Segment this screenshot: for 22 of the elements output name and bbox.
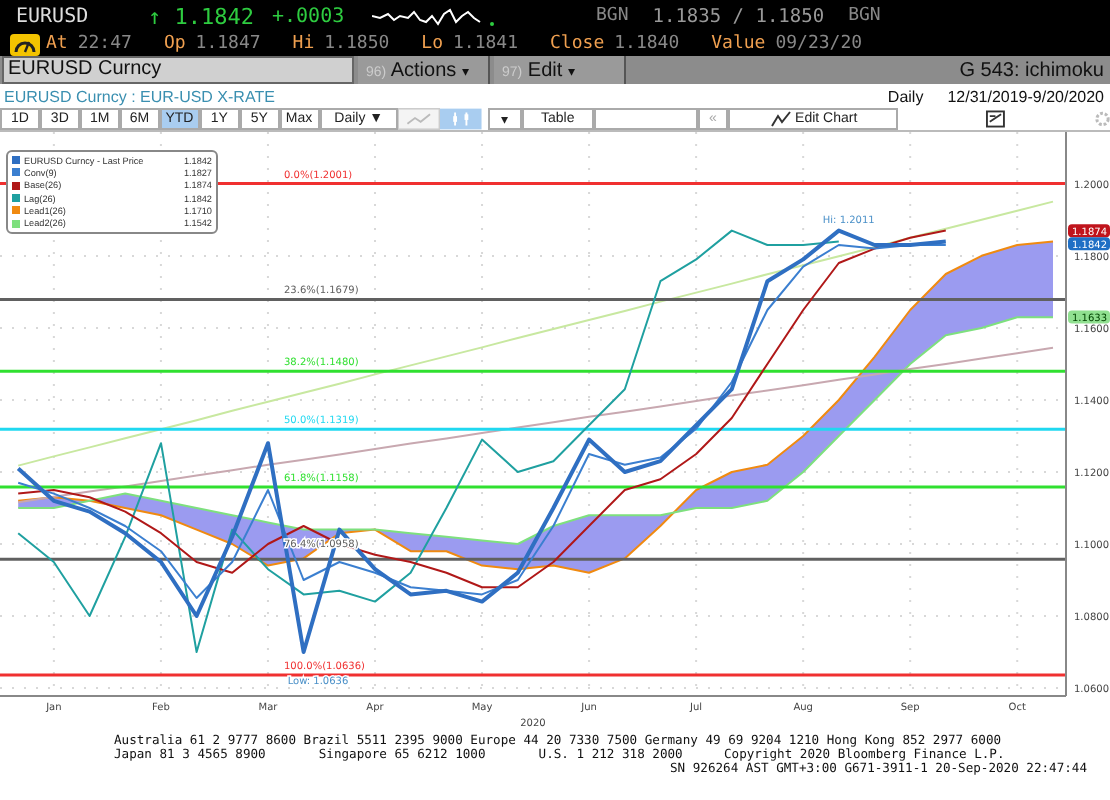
pricing-source: BGN [596,6,629,26]
stat-label: Value [711,34,766,54]
stat-label: Close [550,34,605,54]
stat-value: 1.1850 [324,34,390,54]
stat-label: Lo [421,34,443,54]
stat-label: At [46,34,68,54]
last-price: ↑ 1.1842 [148,3,256,29]
stat-label: Hi [292,34,315,54]
price-change: +.0003 [272,5,347,27]
security-description: EURUSD Curncy : EUR-USD X-RATE [4,87,275,105]
bid-ask: 1.1835 / 1.1850 [652,5,825,27]
stat-label: Op [163,34,186,54]
ticker: EURUSD [16,5,91,27]
frequency-label: Daily [887,87,924,105]
stat-value: 09/23/20 [775,34,863,54]
pricing-source: BGN [848,6,881,26]
stat-value: 22:47 [77,34,132,54]
stat-value: 1.1841 [453,34,519,54]
stat-value: 1.1840 [614,34,680,54]
stat-value: 1.1847 [195,34,261,54]
function-title: G 543: ichimoku [959,59,1104,81]
date-range: 12/31/2019-9/20/2020 [947,87,1104,105]
